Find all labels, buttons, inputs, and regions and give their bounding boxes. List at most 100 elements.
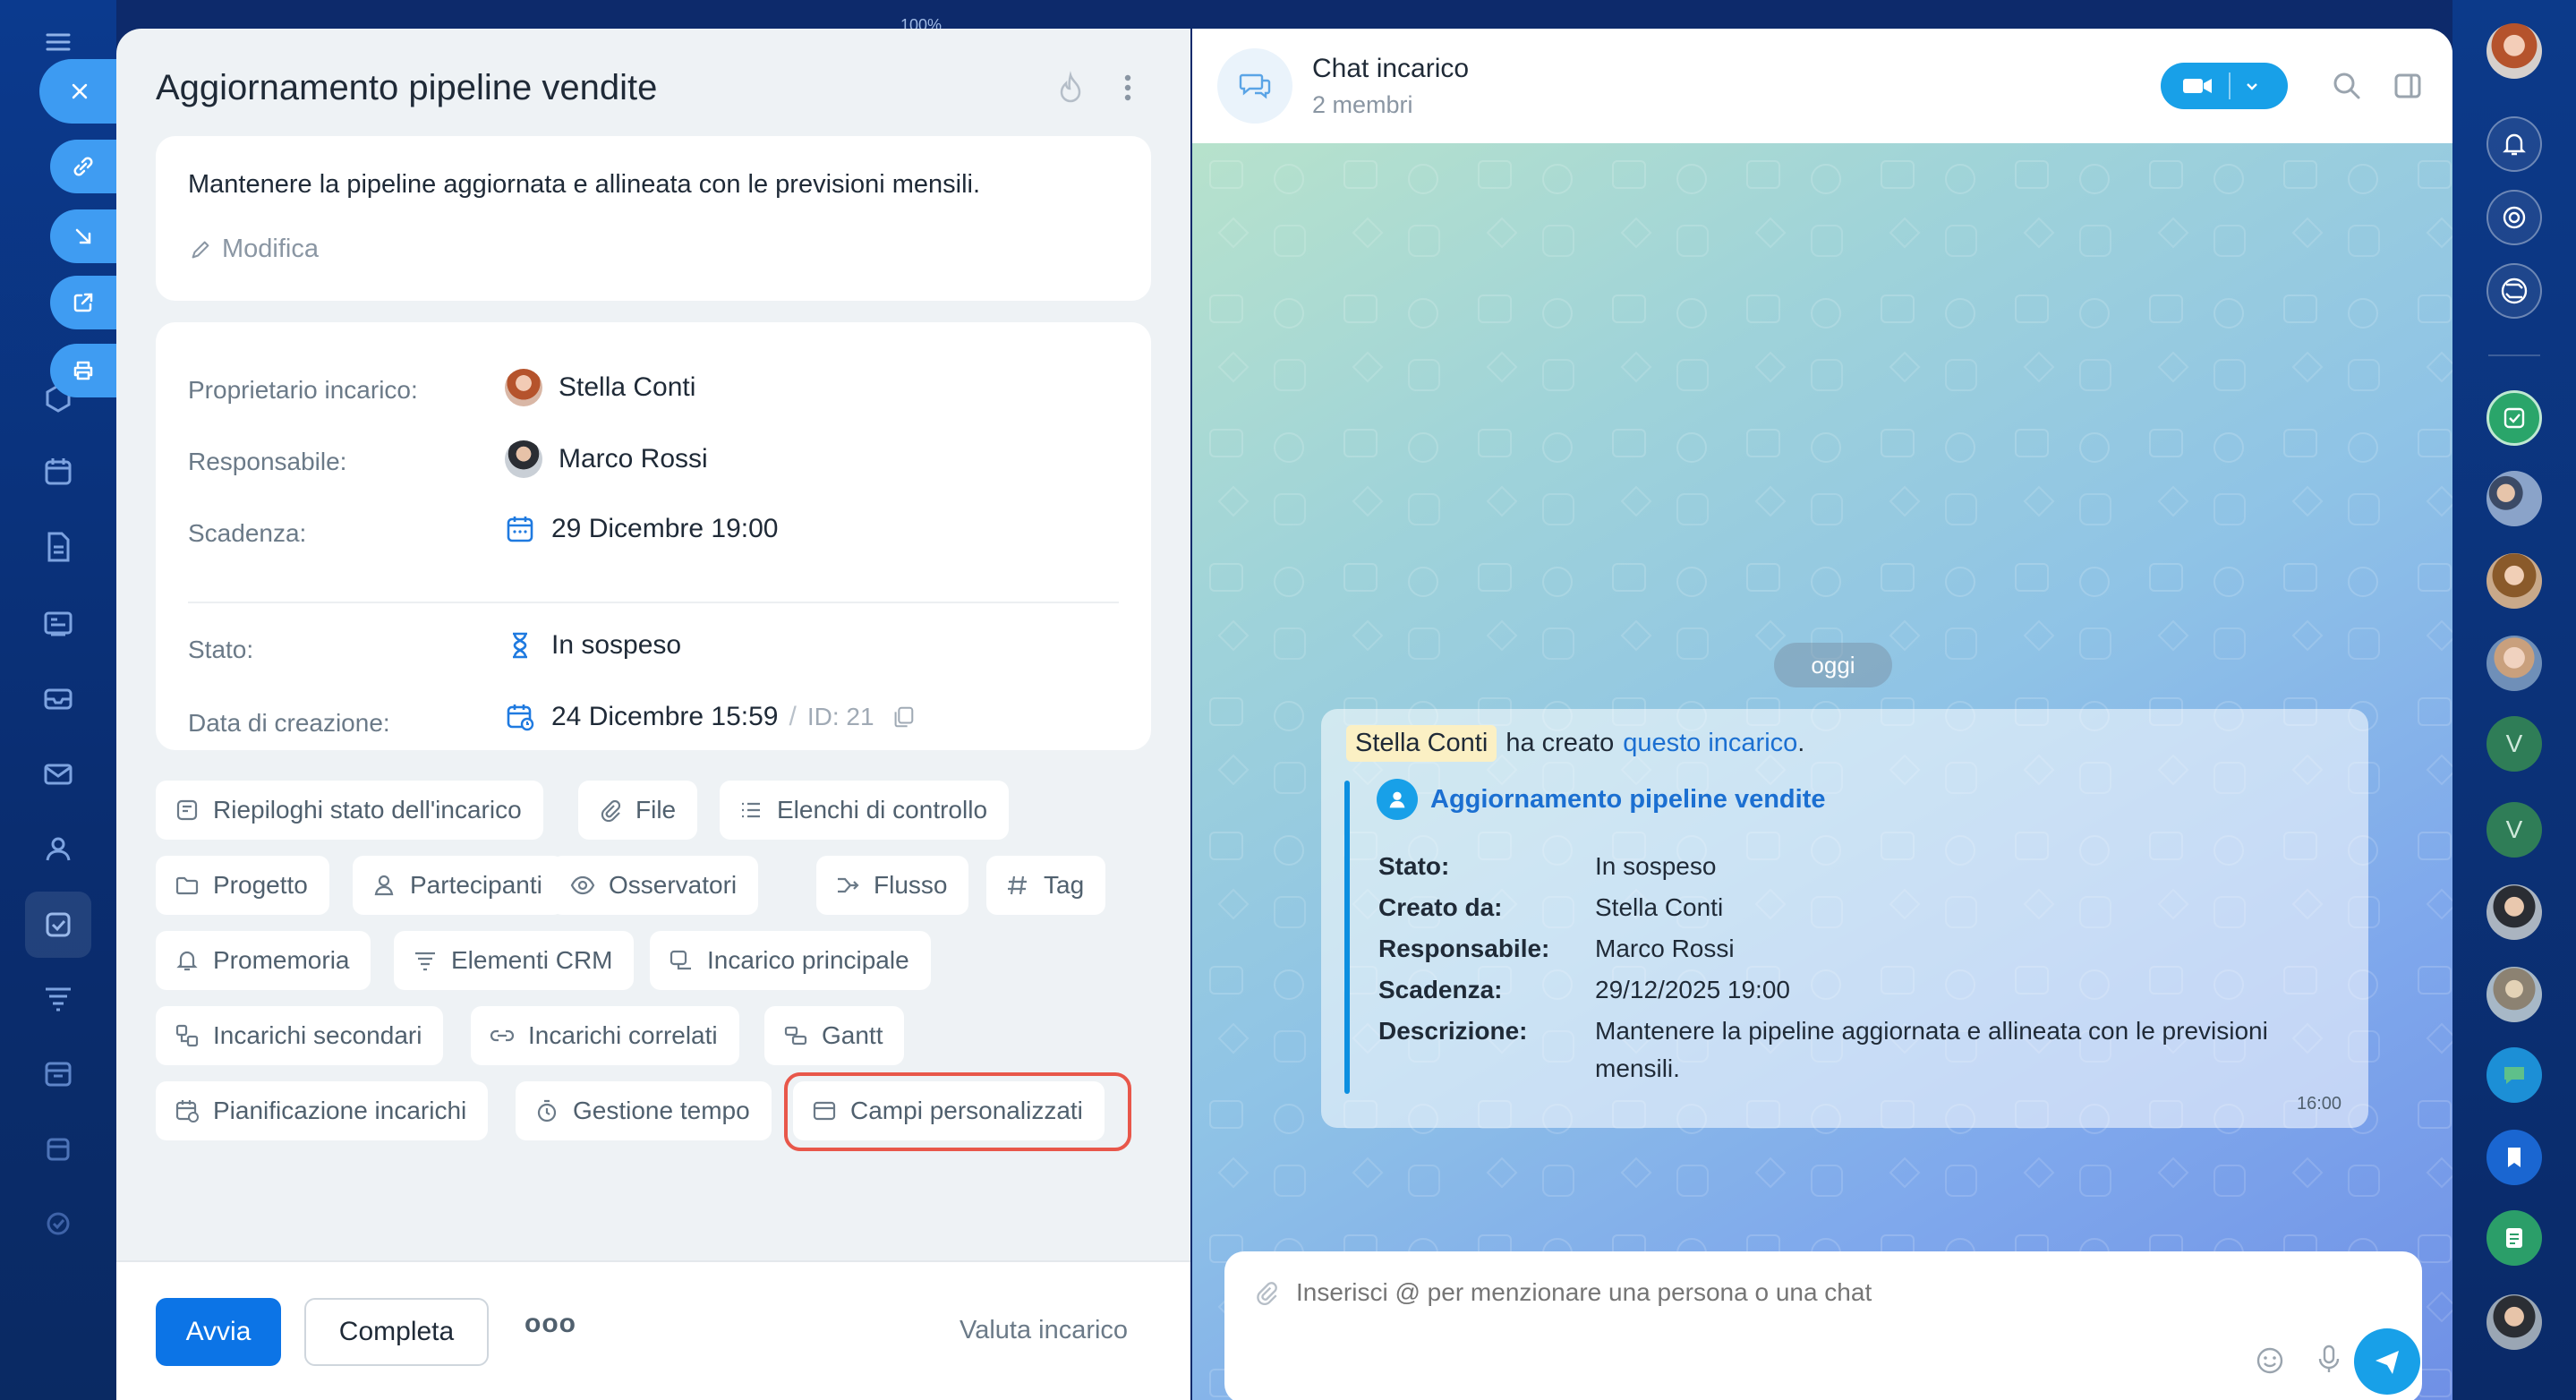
copilot-button[interactable] (2486, 190, 2542, 245)
notes-item[interactable] (2486, 1210, 2542, 1266)
flame-icon[interactable] (1053, 70, 1088, 106)
chip-flow[interactable]: Flusso (816, 856, 969, 915)
checklist-icon (742, 802, 760, 818)
checkbox-icon (2503, 407, 2525, 429)
chip-parent-task[interactable]: Incarico principale (650, 931, 931, 990)
chat-members[interactable]: 2 membri (1312, 91, 1413, 119)
channel-item[interactable] (2486, 1047, 2542, 1103)
notifications-button[interactable] (2486, 116, 2542, 172)
store-icon[interactable] (36, 1126, 81, 1171)
copy-icon[interactable] (891, 704, 916, 730)
chat-sync-button[interactable] (2486, 263, 2542, 319)
detail-label-description: Descrizione: (1378, 1017, 1528, 1045)
contact-avatar-1[interactable] (2486, 553, 2542, 609)
chat-avatar (1217, 48, 1292, 124)
print-button[interactable] (50, 344, 118, 397)
chip-reminder[interactable]: Promemoria (156, 931, 371, 990)
contact-avatar-5[interactable] (2486, 1294, 2542, 1350)
user-icon (374, 875, 394, 896)
more-actions-button[interactable]: ooo (525, 1309, 576, 1339)
contact-initials-1[interactable]: V (2486, 716, 2542, 772)
deadline-value[interactable]: 29 Dicembre 19:00 (505, 514, 778, 544)
users-icon[interactable] (36, 827, 81, 872)
created-text: 24 Dicembre 15:59 (551, 702, 779, 731)
chip-status-summaries[interactable]: Riepiloghi stato dell'incarico (156, 781, 543, 840)
contact-avatar-3[interactable] (2486, 884, 2542, 940)
detail-value-created-by: Stella Conti (1595, 893, 1724, 921)
printer-icon (73, 361, 93, 380)
close-button[interactable] (39, 59, 129, 124)
detail-label-status: Stato: (1378, 852, 1450, 880)
copy-link-button[interactable] (50, 140, 118, 193)
search-icon[interactable] (2329, 68, 2365, 104)
filter-icon[interactable] (36, 976, 81, 1020)
task-reference[interactable]: Aggiornamento pipeline vendite (1377, 779, 1826, 820)
chip-time-tracking[interactable]: Gestione tempo (516, 1081, 772, 1140)
dashboard-icon[interactable] (36, 602, 81, 646)
created-value: 24 Dicembre 15:59 / ID: 21 (505, 702, 932, 732)
microphone-icon[interactable] (2313, 1341, 2345, 1377)
chip-tag[interactable]: Tag (986, 856, 1106, 915)
chip-custom-fields[interactable]: Campi personalizzati (793, 1081, 1105, 1140)
emoji-icon[interactable] (2254, 1345, 2286, 1377)
task-footer: Avvia Completa ooo Valuta incarico (116, 1260, 1190, 1400)
chat-background: oggi Stella Conti ha creato questo incar… (1192, 143, 2452, 1400)
contact-avatar-2[interactable] (2486, 636, 2542, 691)
document-icon[interactable] (36, 525, 81, 569)
edit-description-link[interactable]: Modifica (188, 235, 319, 264)
chip-task-planning[interactable]: Pianificazione incarichi (156, 1081, 489, 1140)
chip-participants[interactable]: Partecipanti (353, 856, 564, 915)
chip-observers[interactable]: Osservatori (551, 856, 759, 915)
task-link[interactable]: questo incarico (1623, 729, 1797, 758)
chip-checklists[interactable]: Elenchi di controllo (720, 781, 1010, 840)
more-vertical-icon[interactable] (1117, 70, 1139, 106)
bell-icon (2503, 133, 2526, 156)
message-input[interactable] (1296, 1268, 2370, 1318)
saved-messages-item[interactable] (2486, 1130, 2542, 1185)
chip-label: Osservatori (609, 871, 738, 899)
start-button[interactable]: Avvia (156, 1298, 281, 1366)
chip-project[interactable]: Progetto (156, 856, 329, 915)
attach-icon[interactable] (1251, 1278, 1280, 1307)
inbox-icon[interactable] (36, 677, 81, 721)
group-chat-avatar[interactable] (2486, 471, 2542, 526)
user-avatar[interactable] (2486, 23, 2542, 79)
chip-files[interactable]: File (578, 781, 698, 840)
contact-initials-2[interactable]: V (2486, 802, 2542, 858)
subtasks-icon (175, 1024, 199, 1047)
send-button[interactable] (2354, 1328, 2420, 1395)
detail-value-responsible: Marco Rossi (1595, 935, 1735, 962)
rate-task-link[interactable]: Valuta incarico (960, 1316, 1128, 1345)
calendar-icon[interactable] (36, 449, 81, 494)
task-title: Aggiornamento pipeline vendite (156, 68, 658, 107)
chat-panel: Chat incarico 2 membri oggi Stella Conti… (1192, 29, 2452, 1400)
owner-value[interactable]: Stella Conti (505, 369, 695, 406)
contact-avatar-4[interactable] (2486, 967, 2542, 1022)
task-fields-card: Proprietario incarico: Stella Conti Resp… (156, 322, 1151, 750)
planner-icon[interactable] (36, 1051, 81, 1096)
responsible-label: Responsabile: (188, 448, 347, 475)
open-new-window-button[interactable] (50, 276, 118, 329)
detail-label-responsible: Responsabile: (1378, 935, 1550, 962)
settings-icon[interactable] (36, 1201, 81, 1246)
sidebar-toggle-icon[interactable] (2390, 68, 2426, 104)
menu-icon[interactable] (36, 20, 81, 64)
detail-value-description-cont: mensili. (1595, 1054, 1680, 1082)
download-button[interactable] (50, 209, 118, 263)
chevron-down-icon[interactable] (2243, 77, 2261, 95)
video-call-button[interactable] (2161, 63, 2288, 109)
chip-related-tasks[interactable]: Incarichi correlati (471, 1006, 739, 1065)
complete-button[interactable]: Completa (304, 1298, 489, 1366)
mail-icon[interactable] (36, 752, 81, 797)
status-value: In sospeso (505, 630, 681, 661)
chip-crm-items[interactable]: Elementi CRM (394, 931, 635, 990)
tasks-icon[interactable] (36, 902, 81, 947)
message-author[interactable]: Stella Conti (1346, 725, 1497, 762)
bell-icon (176, 951, 198, 971)
responsible-value[interactable]: Marco Rossi (505, 440, 708, 478)
tasks-chat-item[interactable] (2486, 390, 2542, 446)
chip-gantt[interactable]: Gantt (764, 1006, 905, 1065)
chip-subtasks[interactable]: Incarichi secondari (156, 1006, 444, 1065)
message-text: ha creato (1506, 729, 1615, 757)
copilot-icon (2503, 206, 2526, 229)
